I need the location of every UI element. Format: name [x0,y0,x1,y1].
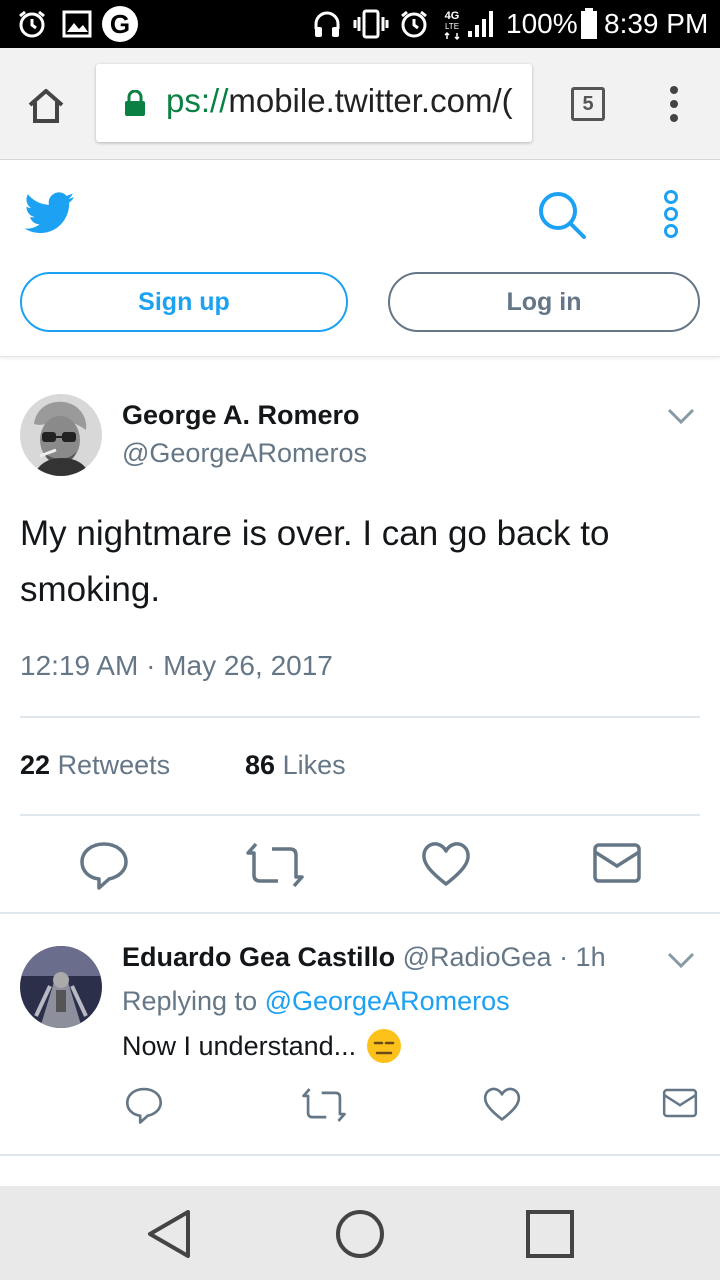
battery-level: 100% [506,8,578,39]
signal-icon [466,0,498,48]
status-bar: G 4G LTE 100% 8:39 PM [0,0,720,48]
author-handle[interactable]: @GeorgeARomeros [122,438,367,469]
google-icon: G [102,0,138,48]
like-icon[interactable] [482,1086,522,1124]
log-in-button[interactable]: Log in [388,272,700,332]
address-bar[interactable]: ps://mobile.twitter.com/( [96,64,532,142]
home-circle-icon[interactable] [330,1204,390,1264]
system-nav-bar [0,1186,720,1280]
url-host: mobile.twitter.com/( [228,82,513,119]
svg-text:LTE: LTE [445,22,459,31]
back-icon[interactable] [140,1204,200,1264]
url-text: ps://mobile.twitter.com/( [166,82,513,120]
likes-count: 86 [245,750,276,780]
reply-icon[interactable] [78,840,130,890]
retweets-count: 22 [20,750,51,780]
battery-icon [580,0,598,48]
reply-text: Now I understand... [122,1028,402,1064]
clock: 8:39 PM [604,8,709,39]
headset-icon [312,0,342,48]
browser-menu-icon[interactable] [662,84,686,124]
reply-text-content: Now I understand... [122,1030,357,1061]
likes-stat[interactable]: 86 Likes [245,750,346,781]
replying-to: Replying to @GeorgeARomeros [122,986,510,1017]
tab-switcher-button[interactable]: 5 [571,87,605,121]
network-4g-icon: 4G LTE [440,0,464,48]
url-scheme: ps:// [166,82,229,119]
retweets-stat[interactable]: 22 Retweets [20,750,170,781]
tweet-text: My nightmare is over. I can go back to s… [20,514,610,609]
chevron-down-icon[interactable] [666,950,696,970]
like-icon[interactable] [420,840,472,890]
reply-icon[interactable] [124,1086,164,1124]
retweets-label: Retweets [57,750,171,780]
main-tweet: George A. Romero @GeorgeARomeros My nigh… [0,358,720,914]
alarm-icon [398,0,430,48]
avatar[interactable] [20,394,102,476]
author-name[interactable]: George A. Romero [122,400,360,431]
home-icon[interactable] [26,86,66,126]
direct-message-icon[interactable] [592,840,644,890]
svg-text:4G: 4G [445,10,460,22]
more-options-icon[interactable] [660,189,682,239]
search-icon[interactable] [536,189,588,241]
direct-message-icon[interactable] [662,1086,702,1124]
alarm-icon [16,0,48,48]
tweet-timestamp[interactable]: 12:19 AM · May 26, 2017 [20,650,333,682]
sign-up-button[interactable]: Sign up [20,272,348,332]
browser-toolbar: ps://mobile.twitter.com/( 5 [0,48,720,160]
retweet-icon[interactable] [302,1086,346,1124]
author-name[interactable]: Eduardo Gea Castillo [122,942,395,972]
avatar[interactable] [20,946,102,1028]
likes-label: Likes [282,750,346,780]
divider [20,814,700,816]
svg-text:G: G [110,9,130,39]
reply-tweet: Eduardo Gea Castillo @RadioGea · 1h Repl… [0,916,720,1156]
replying-prefix: Replying to [122,986,258,1016]
divider [20,716,700,718]
recents-icon[interactable] [520,1204,580,1264]
author-meta[interactable]: @RadioGea · 1h [403,942,606,972]
vibrate-icon [352,0,390,48]
image-icon [62,0,92,48]
chevron-down-icon[interactable] [666,406,696,426]
twitter-logo-icon[interactable] [24,191,75,235]
reply-header: Eduardo Gea Castillo @RadioGea · 1h [122,942,606,973]
twitter-header: Sign up Log in [0,161,720,357]
retweet-icon[interactable] [246,840,304,890]
lock-icon [124,89,146,116]
mention-link[interactable]: @GeorgeARomeros [265,986,510,1016]
expressionless-face-icon [366,1028,402,1064]
